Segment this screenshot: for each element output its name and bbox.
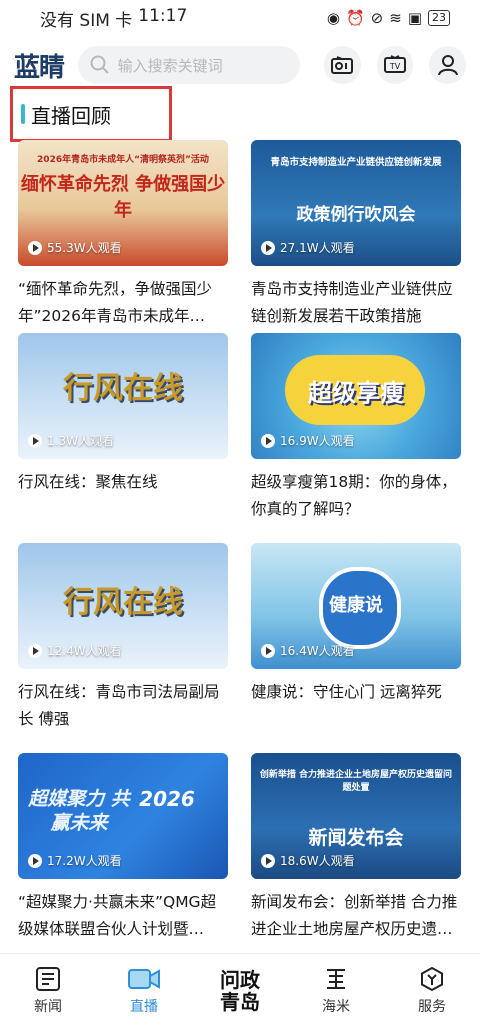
play-icon <box>261 643 275 658</box>
thumb-caption: 青岛市支持制造业产业链供应链创新发展 <box>270 157 442 168</box>
view-count: 12.4W人观看 <box>28 642 122 659</box>
card-thumbnail: 行风在线 12.4W人观看 <box>18 543 228 669</box>
tab-wenzheng[interactable]: 问政 青岛 <box>195 969 285 1013</box>
card-title: “超媒聚力·共赢未来”QMG超级媒体联盟合伙人计划暨… <box>18 893 217 938</box>
app-logo: 蓝睛 <box>14 52 65 83</box>
thumb-caption: 创新举措 合力推进企业土地房屋产权历史遗留问题处置 <box>259 770 453 793</box>
tab-news[interactable]: 新闻 <box>3 966 93 1016</box>
thumb-year: 2026 <box>139 787 195 811</box>
tab-label: 直播 <box>130 999 158 1015</box>
view-count: 1.3W人观看 <box>28 432 114 449</box>
bottom-tab-bar: 新闻 直播 问政 青岛 海米 服务 <box>0 953 480 1028</box>
title-accent-bar <box>21 104 25 124</box>
card-title: 健康说：守住心门 远离猝死 <box>251 683 442 701</box>
tv-button[interactable]: TV <box>376 46 414 84</box>
card-thumbnail: 超媒聚力 共赢未来 2026 17.2W人观看 <box>18 753 228 879</box>
replay-card[interactable]: 健康说 16.4W人观看 健康说：守住心门 远离猝死 <box>251 543 461 706</box>
card-title: 青岛市支持制造业产业链供应链创新发展若干政策措施 <box>251 280 453 325</box>
play-icon <box>261 240 275 255</box>
thumb-headline: 超媒聚力 共赢未来 <box>28 788 130 834</box>
tv-live-button[interactable] <box>324 46 361 84</box>
replay-card[interactable]: 2026年青岛市未成年人“清明祭英烈”活动 缅怀革命先烈 争做强国少年 55.3… <box>18 140 228 330</box>
user-icon <box>437 55 458 76</box>
replay-card[interactable]: 行风在线 1.3W人观看 行风在线：聚焦在线 <box>18 333 228 496</box>
app-header: 蓝睛 输入搜索关键词 TV <box>0 40 480 90</box>
view-count: 16.9W人观看 <box>261 432 355 449</box>
thumb-headline: 缅怀革命先烈 争做强国少年 <box>20 174 226 221</box>
search-placeholder: 输入搜索关键词 <box>117 56 223 75</box>
tab-label: 服务 <box>418 999 446 1015</box>
wifi-icon: ≋ <box>389 9 402 27</box>
thumb-caption: 2026年青岛市未成年人“清明祭英烈”活动 <box>37 155 209 165</box>
status-icons: ◉ ⏰ ⊘ ≋ ▣ 23 <box>327 9 450 27</box>
card-thumbnail: 行风在线 1.3W人观看 <box>18 333 228 459</box>
card-title: “缅怀革命先烈，争做强国少年”2026年青岛市未成年… <box>18 280 213 325</box>
thumb-headline: 行风在线 <box>63 585 183 620</box>
view-count: 55.3W人观看 <box>28 239 122 256</box>
section-title-text: 直播回顾 <box>31 103 111 128</box>
tab-label: 海米 <box>322 999 350 1015</box>
replay-card[interactable]: 青岛市支持制造业产业链供应链创新发展 政策例行吹风会 27.1W人观看 青岛市支… <box>251 140 461 330</box>
replay-card[interactable]: 超媒聚力 共赢未来 2026 17.2W人观看 “超媒聚力·共赢未来”QMG超级… <box>18 753 228 943</box>
battery-icon: 23 <box>428 10 450 26</box>
play-icon <box>28 240 42 255</box>
view-count: 17.2W人观看 <box>28 852 122 869</box>
play-icon <box>28 853 42 868</box>
search-icon <box>90 55 109 74</box>
alert-icon: ▣ <box>407 9 422 27</box>
replay-card[interactable]: 行风在线 12.4W人观看 行风在线：青岛市司法局副局长 傅强 <box>18 543 228 733</box>
view-count: 27.1W人观看 <box>261 239 355 256</box>
eye-icon: ◉ <box>326 9 340 27</box>
card-title: 行风在线：青岛市司法局副局长 傅强 <box>18 683 220 728</box>
wenzheng-logo: 问政 青岛 <box>220 968 260 1014</box>
status-bar: 没有 SIM 卡 11:17 ◉ ⏰ ⊘ ≋ ▣ 23 <box>0 0 480 36</box>
service-icon <box>421 966 443 992</box>
play-icon <box>261 853 275 868</box>
replay-card[interactable]: 超级享瘦 16.9W人观看 超级享瘦第18期：你的身体，你真的了解吗？ <box>251 333 461 523</box>
play-icon <box>28 643 42 658</box>
thumb-headline: 超级享瘦 <box>308 379 404 407</box>
card-thumbnail: 超级享瘦 16.9W人观看 <box>251 333 461 459</box>
card-title: 超级享瘦第18期：你的身体，你真的了解吗？ <box>251 473 457 518</box>
view-count: 16.4W人观看 <box>261 642 355 659</box>
card-thumbnail: 创新举措 合力推进企业土地房屋产权历史遗留问题处置 新闻发布会 18.6W人观看 <box>251 753 461 879</box>
section-title: 直播回顾 <box>10 86 172 142</box>
tv-icon: TV <box>384 55 407 73</box>
card-thumbnail: 青岛市支持制造业产业链供应链创新发展 政策例行吹风会 27.1W人观看 <box>251 140 461 266</box>
replay-card[interactable]: 创新举措 合力推进企业土地房屋产权历史遗留问题处置 新闻发布会 18.6W人观看… <box>251 753 461 943</box>
carrier-text: 没有 SIM 卡 <box>40 10 133 31</box>
thumb-headline: 政策例行吹风会 <box>296 205 416 225</box>
card-thumbnail: 健康说 16.4W人观看 <box>251 543 461 669</box>
haimi-icon <box>327 969 345 989</box>
alarm-icon: ⏰ <box>345 9 365 27</box>
profile-button[interactable] <box>429 46 467 84</box>
tab-haimi[interactable]: 海米 <box>291 966 381 1016</box>
play-icon <box>261 433 275 448</box>
card-title: 行风在线：聚焦在线 <box>18 473 158 491</box>
card-title: 新闻发布会：创新举措 合力推进企业土地房屋产权历史遗… <box>251 893 458 938</box>
svg-text:TV: TV <box>389 62 401 71</box>
mute-icon: ⊘ <box>370 9 384 27</box>
play-icon <box>28 433 42 448</box>
clock: 11:17 <box>138 5 188 26</box>
search-input[interactable]: 输入搜索关键词 <box>77 46 301 84</box>
view-count: 18.6W人观看 <box>261 852 355 869</box>
live-icon <box>128 969 160 989</box>
thumb-headline: 行风在线 <box>63 371 183 406</box>
thumb-headline: 新闻发布会 <box>308 827 404 849</box>
tab-live[interactable]: 直播 <box>99 966 189 1016</box>
thumb-headline: 健康说 <box>329 595 383 616</box>
tab-service[interactable]: 服务 <box>387 966 477 1016</box>
card-thumbnail: 2026年青岛市未成年人“清明祭英烈”活动 缅怀革命先烈 争做强国少年 55.3… <box>18 140 228 266</box>
radio-icon <box>331 56 354 74</box>
tab-label: 新闻 <box>34 999 62 1015</box>
news-icon <box>36 967 60 991</box>
